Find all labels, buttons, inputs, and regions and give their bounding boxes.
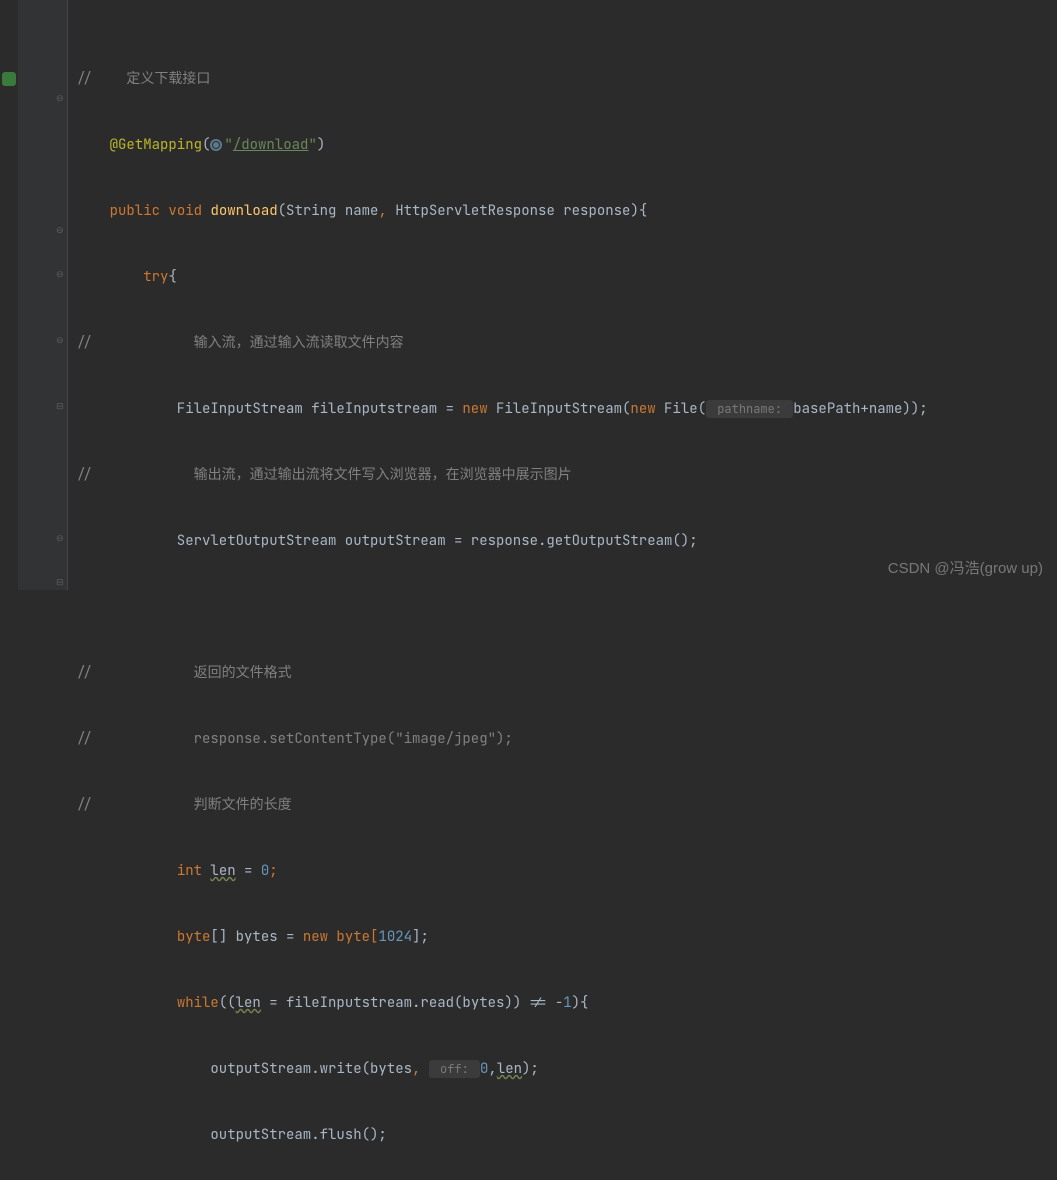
comment: // 返回的文件格式 xyxy=(76,664,292,682)
fold-icon[interactable]: ⊖ xyxy=(56,226,65,235)
url-link[interactable]: /download xyxy=(233,136,309,154)
code-editor: ⊖ ⊖ ⊖ ⊖ ⊟ ⊖ ⊟ // 定义下载接口 @GetMapping("/do… xyxy=(0,0,1057,590)
comment: // 判断文件的长度 xyxy=(76,796,292,814)
annotation: @GetMapping xyxy=(110,136,202,154)
comment: // 输出流，通过输出流将文件写入浏览器，在浏览器中展示图片 xyxy=(76,466,572,484)
inlay-hint: pathname: xyxy=(706,400,793,418)
editor-gutter[interactable]: ⊖ ⊖ ⊖ ⊖ ⊟ ⊖ ⊟ xyxy=(18,0,68,590)
comment: // 输入流，通过输入流读取文件内容 xyxy=(76,334,404,352)
inlay-hint: off: xyxy=(429,1060,480,1078)
globe-icon[interactable] xyxy=(210,139,222,151)
fold-icon[interactable]: ⊖ xyxy=(56,270,65,279)
fold-icon[interactable]: ⊟ xyxy=(56,578,65,587)
watermark: CSDN @冯浩(grow up) xyxy=(888,558,1043,580)
fold-icon[interactable]: ⊟ xyxy=(56,402,65,411)
comment: // 定义下载接口 xyxy=(76,70,210,88)
method-name: download xyxy=(210,202,277,220)
wechat-icon[interactable] xyxy=(2,72,16,86)
fold-icon[interactable]: ⊖ xyxy=(56,336,65,345)
fold-icon[interactable]: ⊖ xyxy=(56,94,65,103)
comment: // response.setContentType("image/jpeg")… xyxy=(76,730,513,748)
code-area[interactable]: // 定义下载接口 @GetMapping("/download") publi… xyxy=(68,0,1057,590)
fold-icon[interactable]: ⊖ xyxy=(56,534,65,543)
left-sidebar xyxy=(0,0,18,590)
